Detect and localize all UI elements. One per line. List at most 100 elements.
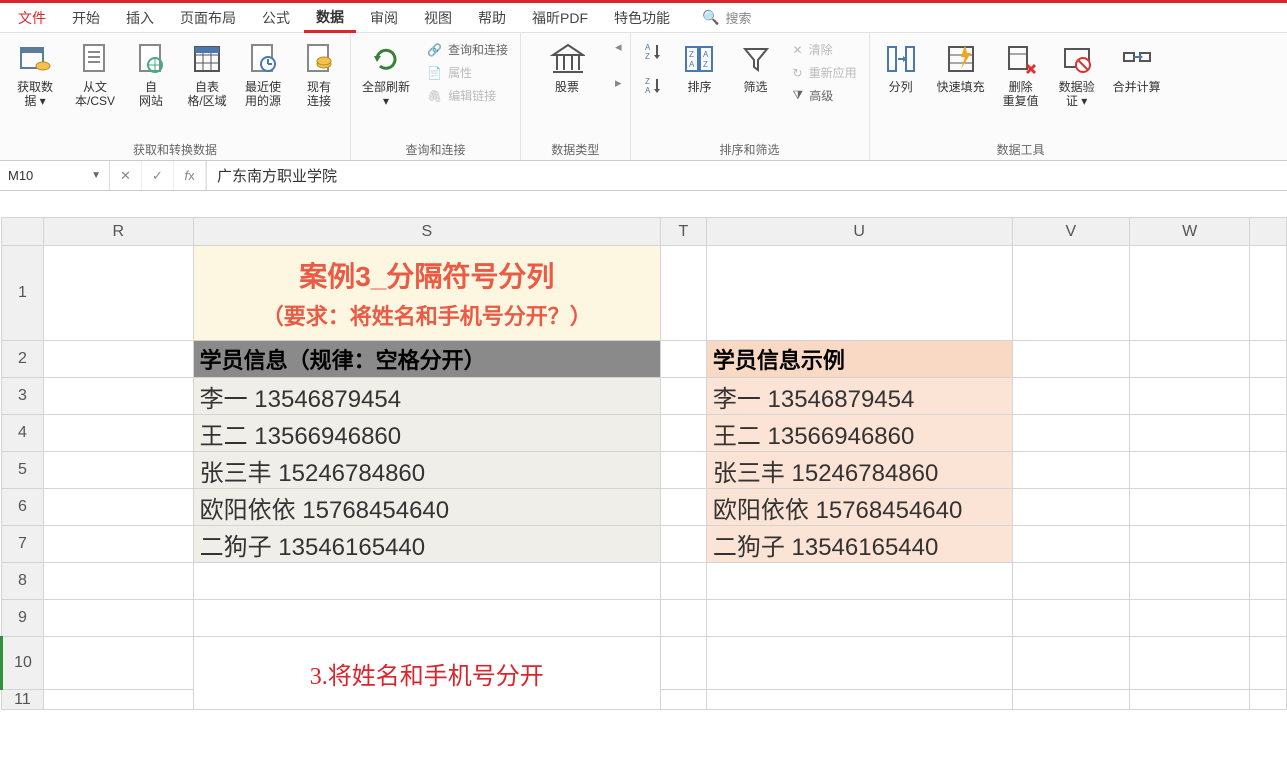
cell-R10[interactable] bbox=[43, 637, 193, 690]
cell-R2[interactable] bbox=[43, 341, 193, 378]
cell-R5[interactable] bbox=[43, 452, 193, 489]
cell-U10[interactable] bbox=[706, 637, 1012, 690]
cell-U4[interactable]: 王二 13566946860 bbox=[706, 415, 1012, 452]
cell-T8[interactable] bbox=[660, 563, 706, 600]
reapply-button[interactable]: ↻重新应用 bbox=[789, 62, 861, 83]
cell-T5[interactable] bbox=[660, 452, 706, 489]
cell-W8[interactable] bbox=[1130, 563, 1250, 600]
cell-R11[interactable] bbox=[43, 690, 193, 710]
tab-data[interactable]: 数据 bbox=[304, 3, 356, 33]
row-header-8[interactable]: 8 bbox=[2, 563, 44, 600]
cell-R9[interactable] bbox=[43, 600, 193, 637]
sort-button[interactable]: ZAAZ 排序 bbox=[675, 37, 725, 98]
cell-U5[interactable]: 张三丰 15246784860 bbox=[706, 452, 1012, 489]
cell-X10[interactable] bbox=[1250, 637, 1287, 690]
tab-file[interactable]: 文件 bbox=[6, 4, 58, 32]
cell-U6[interactable]: 欧阳依依 15768454640 bbox=[706, 489, 1012, 526]
cell-W6[interactable] bbox=[1130, 489, 1250, 526]
remove-duplicates-button[interactable]: 删除 重复值 bbox=[996, 37, 1046, 113]
row-header-10[interactable]: 10 bbox=[2, 637, 44, 690]
cell-S8[interactable] bbox=[193, 563, 660, 600]
cell-X9[interactable] bbox=[1250, 600, 1287, 637]
cell-R8[interactable] bbox=[43, 563, 193, 600]
cell-S4[interactable]: 王二 13566946860 bbox=[193, 415, 660, 452]
cell-X4[interactable] bbox=[1250, 415, 1287, 452]
cell-X2[interactable] bbox=[1250, 341, 1287, 378]
cell-T11[interactable] bbox=[660, 690, 706, 710]
cell-S2[interactable]: 学员信息（规律：空格分开） bbox=[193, 341, 660, 378]
search-box[interactable]: 🔍 搜索 bbox=[702, 8, 751, 27]
row-header-2[interactable]: 2 bbox=[2, 341, 44, 378]
tab-help[interactable]: 帮助 bbox=[466, 4, 518, 32]
cell-V9[interactable] bbox=[1012, 600, 1130, 637]
cell-S9[interactable] bbox=[193, 600, 660, 637]
cell-W4[interactable] bbox=[1130, 415, 1250, 452]
edit-links-button[interactable]: 🖇 编辑链接 bbox=[423, 85, 512, 106]
tab-special[interactable]: 特色功能 bbox=[602, 4, 682, 32]
get-data-button[interactable]: 获取数 据 ▾ bbox=[6, 37, 64, 113]
cell-S7[interactable]: 二狗子 13546165440 bbox=[193, 526, 660, 563]
cell-X6[interactable] bbox=[1250, 489, 1287, 526]
cell-R7[interactable] bbox=[43, 526, 193, 563]
cell-S10[interactable]: 3.将姓名和手机号分开 bbox=[193, 637, 660, 710]
chevron-left-icon[interactable]: ◂ bbox=[615, 39, 622, 55]
cell-S6[interactable]: 欧阳依依 15768454640 bbox=[193, 489, 660, 526]
cell-U7[interactable]: 二狗子 13546165440 bbox=[706, 526, 1012, 563]
text-to-columns-button[interactable]: 分列 bbox=[876, 37, 926, 98]
row-header-7[interactable]: 7 bbox=[2, 526, 44, 563]
from-csv-button[interactable]: 从文 本/CSV bbox=[70, 37, 120, 113]
queries-connections-button[interactable]: 🔗 查询和连接 bbox=[423, 39, 512, 60]
stocks-button[interactable]: 股票 bbox=[527, 37, 607, 98]
cell-W5[interactable] bbox=[1130, 452, 1250, 489]
data-validation-button[interactable]: 数据验 证 ▾ bbox=[1052, 37, 1102, 113]
cell-V4[interactable] bbox=[1012, 415, 1130, 452]
row-header-3[interactable]: 3 bbox=[2, 378, 44, 415]
tab-layout[interactable]: 页面布局 bbox=[168, 4, 248, 32]
cell-V11[interactable] bbox=[1012, 690, 1130, 710]
formula-cancel-button[interactable]: ✕ bbox=[110, 161, 142, 190]
cell-R4[interactable] bbox=[43, 415, 193, 452]
cell-T10[interactable] bbox=[660, 637, 706, 690]
from-web-button[interactable]: 自 网站 bbox=[126, 37, 176, 113]
cell-U1[interactable] bbox=[706, 246, 1012, 341]
cell-V3[interactable] bbox=[1012, 378, 1130, 415]
cell-V5[interactable] bbox=[1012, 452, 1130, 489]
cell-U8[interactable] bbox=[706, 563, 1012, 600]
col-header-tail[interactable] bbox=[1250, 218, 1287, 246]
col-header-W[interactable]: W bbox=[1130, 218, 1250, 246]
tab-home[interactable]: 开始 bbox=[60, 4, 112, 32]
from-table-button[interactable]: 自表 格/区域 bbox=[182, 37, 232, 113]
sort-desc-button[interactable]: ZA bbox=[639, 73, 667, 97]
cell-W1[interactable] bbox=[1130, 246, 1250, 341]
cell-S3[interactable]: 李一 13546879454 bbox=[193, 378, 660, 415]
spreadsheet-grid[interactable]: R S T U V W 1 案例3_分隔符号分列 （要求：将姓名和手机号分开？）… bbox=[0, 217, 1287, 710]
consolidate-button[interactable]: 合并计算 bbox=[1108, 37, 1166, 98]
filter-button[interactable]: 筛选 bbox=[731, 37, 781, 98]
cell-T1[interactable] bbox=[660, 246, 706, 341]
cell-V1[interactable] bbox=[1012, 246, 1130, 341]
cell-U2[interactable]: 学员信息示例 bbox=[706, 341, 1012, 378]
col-header-S[interactable]: S bbox=[193, 218, 660, 246]
cell-X11[interactable] bbox=[1250, 690, 1287, 710]
clear-filter-button[interactable]: ✕清除 bbox=[789, 39, 861, 60]
row-header-4[interactable]: 4 bbox=[2, 415, 44, 452]
cell-U11[interactable] bbox=[706, 690, 1012, 710]
recent-sources-button[interactable]: 最近使 用的源 bbox=[238, 37, 288, 113]
cell-U3[interactable]: 李一 13546879454 bbox=[706, 378, 1012, 415]
cell-R6[interactable] bbox=[43, 489, 193, 526]
cell-W10[interactable] bbox=[1130, 637, 1250, 690]
cell-R1[interactable] bbox=[43, 246, 193, 341]
cell-V6[interactable] bbox=[1012, 489, 1130, 526]
chevron-right-icon[interactable]: ▸ bbox=[615, 75, 622, 91]
formula-confirm-button[interactable]: ✓ bbox=[142, 161, 174, 190]
advanced-filter-button[interactable]: ⧩高级 bbox=[789, 85, 861, 106]
col-header-R[interactable]: R bbox=[43, 218, 193, 246]
cell-X5[interactable] bbox=[1250, 452, 1287, 489]
cell-S5[interactable]: 张三丰 15246784860 bbox=[193, 452, 660, 489]
col-header-T[interactable]: T bbox=[660, 218, 706, 246]
sort-asc-button[interactable]: AZ bbox=[639, 39, 667, 63]
cell-W11[interactable] bbox=[1130, 690, 1250, 710]
cell-V2[interactable] bbox=[1012, 341, 1130, 378]
cell-W9[interactable] bbox=[1130, 600, 1250, 637]
row-header-1[interactable]: 1 bbox=[2, 246, 44, 341]
